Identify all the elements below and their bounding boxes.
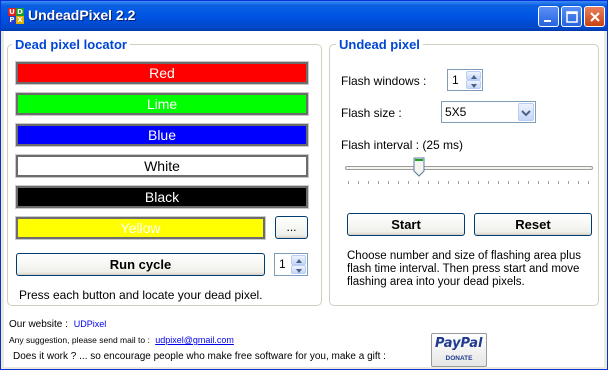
undead-help-text: Choose number and size of flashing area …	[347, 250, 581, 289]
black-button[interactable]: Black	[15, 185, 309, 209]
paypal-logo: PayPal	[435, 336, 482, 351]
app-logo-letter-x: X	[16, 16, 24, 24]
mail-label: Any suggestion, please send mail to :	[9, 335, 150, 345]
close-button[interactable]	[584, 6, 605, 27]
run-cycle-button[interactable]: Run cycle	[16, 253, 265, 276]
start-button[interactable]: Start	[347, 213, 465, 236]
app-logo-letter-u: U	[8, 8, 16, 16]
title-bar[interactable]: U D P X UndeadPixel 2.2	[1, 1, 607, 31]
help-line-2: flash time interval. Then press start an…	[347, 263, 580, 275]
maximize-icon	[566, 11, 578, 23]
run-cycle-count-value: 1	[279, 257, 286, 271]
app-logo-letter-p: P	[8, 16, 16, 24]
flash-size-select[interactable]: 5X5	[441, 101, 536, 123]
flash-interval-slider-thumb[interactable]	[413, 157, 425, 177]
window-title: UndeadPixel 2.2	[28, 7, 136, 23]
lime-button[interactable]: Lime	[15, 92, 309, 116]
locator-instructions: Press each button and locate your dead p…	[19, 288, 263, 302]
paypal-donate-button[interactable]: PayPal DONATE	[431, 333, 487, 367]
chevron-down-icon	[296, 268, 302, 273]
flash-size-label: Flash size :	[341, 106, 402, 120]
reset-button[interactable]: Reset	[474, 213, 592, 236]
app-logo-letter-d: D	[16, 8, 24, 16]
paypal-logo-text: PayPal	[435, 336, 483, 351]
website-line: Our website : UDPixel	[9, 319, 106, 330]
red-button[interactable]: Red	[15, 61, 309, 85]
mail-link[interactable]: udpixel@gmail.com	[155, 335, 234, 345]
chevron-down-icon	[471, 84, 477, 88]
mail-line: Any suggestion, please send mail to : ud…	[9, 335, 234, 345]
flash-windows-label: Flash windows :	[341, 74, 427, 88]
flash-interval-label: Flash interval : (25 ms)	[341, 138, 464, 152]
white-button[interactable]: White	[15, 154, 309, 178]
minimize-icon	[544, 20, 551, 22]
chevron-down-icon	[521, 110, 531, 117]
chevron-up-icon	[296, 259, 302, 263]
minimize-button[interactable]	[538, 6, 559, 27]
website-label: Our website :	[9, 319, 68, 330]
paypal-donate-label: DONATE	[445, 355, 473, 362]
flash-interval-slider-track[interactable]	[345, 166, 593, 170]
website-link[interactable]: UDPixel	[74, 319, 107, 329]
dead-pixel-locator-title: Dead pixel locator	[12, 37, 130, 52]
flash-size-value: 5X5	[445, 105, 467, 119]
flash-windows-decrement-button[interactable]	[466, 80, 481, 89]
undead-pixel-title: Undead pixel	[336, 37, 423, 52]
slider-ticks	[348, 181, 589, 184]
flash-windows-increment-button[interactable]	[466, 71, 481, 80]
flash-windows-value: 1	[452, 73, 459, 87]
app-logo-icon: U D P X	[8, 8, 24, 24]
blue-button[interactable]: Blue	[15, 123, 309, 147]
app-window: U D P X UndeadPixel 2.2 Dead pixel locat…	[0, 0, 608, 370]
run-cycle-count-stepper[interactable]: 1	[274, 253, 308, 276]
close-icon	[590, 12, 600, 22]
window-content: Dead pixel locator Red Lime Blue White B…	[4, 31, 604, 367]
help-line-3: flashing area into your dead pixels.	[347, 276, 525, 288]
donate-text: Does it work ? ... so encourage people w…	[13, 351, 386, 362]
help-line-1: Choose number and size of flashing area …	[347, 250, 581, 262]
run-cycle-decrement-button[interactable]	[291, 264, 306, 274]
flash-size-dropdown-button[interactable]	[518, 103, 534, 121]
run-cycle-increment-button[interactable]	[291, 255, 306, 265]
maximize-button[interactable]	[561, 6, 582, 27]
yellow-button[interactable]: Yellow	[15, 216, 266, 240]
flash-windows-stepper[interactable]: 1	[447, 69, 483, 91]
custom-color-button[interactable]: ...	[275, 216, 308, 239]
